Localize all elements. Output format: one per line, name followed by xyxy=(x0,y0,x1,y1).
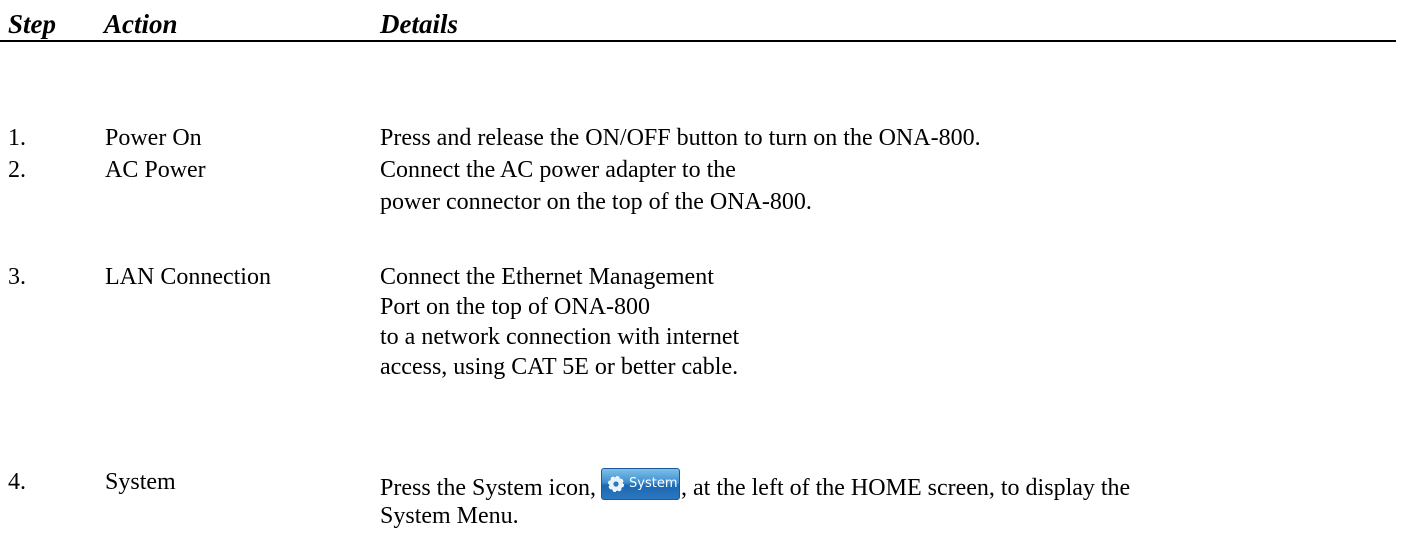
step-3-details-line-3: to a network connection with internet xyxy=(380,324,740,350)
step-2-details-line-2: power connector on the top of the ONA-80… xyxy=(380,189,812,215)
step-2-action: AC Power xyxy=(105,157,206,183)
step-4-action: System xyxy=(105,469,176,495)
step-2-number: 2. xyxy=(8,157,26,183)
step-4-details-before-icon: Press the System icon, xyxy=(380,475,596,501)
step-3-number: 3. xyxy=(8,264,26,290)
header-step: Step xyxy=(8,9,57,39)
system-icon: System xyxy=(601,468,680,500)
step-3-details-line-1: Connect the Ethernet Management xyxy=(380,264,714,290)
step-4-details-line-2: System Menu. xyxy=(380,503,519,529)
step-1-action: Power On xyxy=(105,125,202,151)
step-4-details-after-icon: , at the left of the HOME screen, to dis… xyxy=(681,475,1131,501)
step-4-number: 4. xyxy=(8,469,26,495)
step-3-action: LAN Connection xyxy=(105,264,271,290)
header-details: Details xyxy=(380,9,458,39)
system-icon-label: System xyxy=(629,476,678,491)
step-3-details-line-2: Port on the top of ONA-800 xyxy=(380,294,650,320)
step-4-details-line-1: Press the System icon, System, at the le… xyxy=(380,468,1130,503)
step-1-details: Press and release the ON/OFF button to t… xyxy=(380,125,981,151)
step-1-number: 1. xyxy=(8,125,26,151)
header-action: Action xyxy=(104,9,178,39)
gear-icon xyxy=(608,476,624,492)
header-divider xyxy=(0,40,1396,42)
step-2-details-line-1: Connect the AC power adapter to the xyxy=(380,157,736,183)
step-3-details-line-4: access, using CAT 5E or better cable. xyxy=(380,354,739,380)
